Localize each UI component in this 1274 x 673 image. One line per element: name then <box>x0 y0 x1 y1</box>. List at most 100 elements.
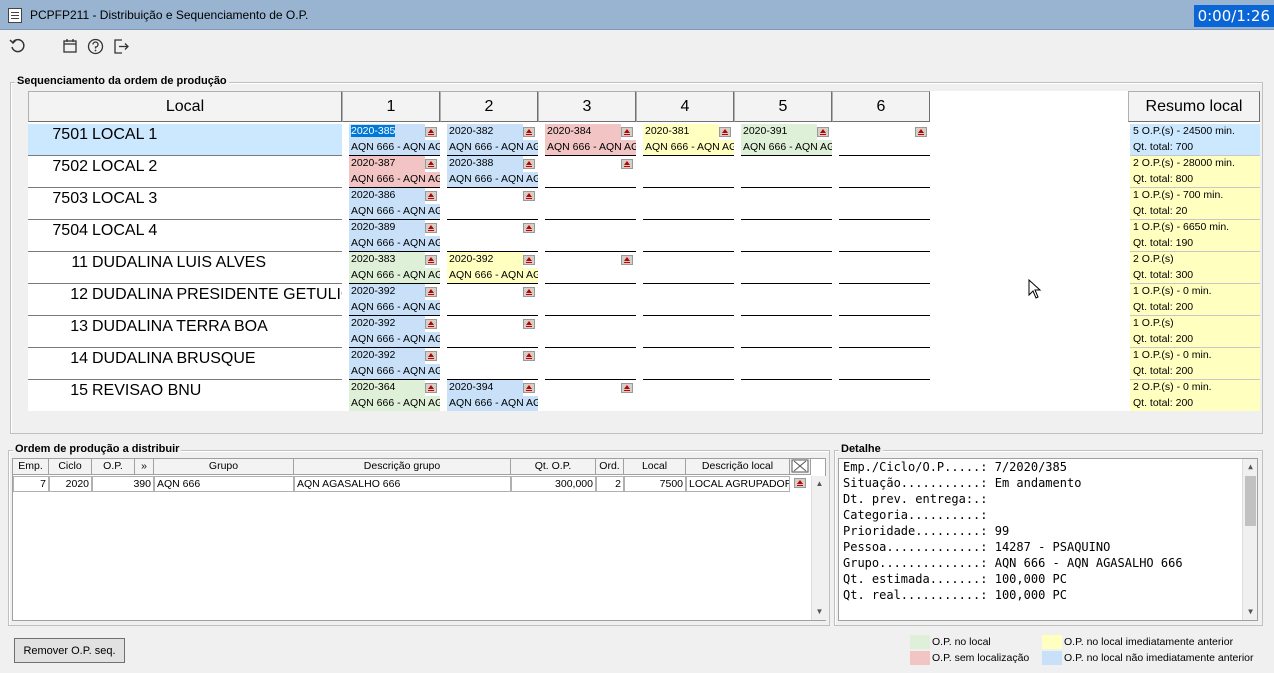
op-cell[interactable] <box>643 348 734 380</box>
op-cell[interactable] <box>741 156 832 188</box>
row-name[interactable]: LOCAL 2 <box>92 158 342 176</box>
op-group[interactable]: AQN 666 - AQN AGASALHO 666 <box>447 140 538 156</box>
col-header[interactable]: Qt. O.P. <box>511 459 596 475</box>
cell-op[interactable]: 390 <box>92 476 154 492</box>
op-cell[interactable] <box>741 220 832 252</box>
row-code[interactable]: 15 <box>28 382 90 400</box>
clear-columns-icon[interactable] <box>790 459 811 475</box>
op-cell[interactable] <box>643 156 734 188</box>
row-code[interactable]: 14 <box>28 350 90 368</box>
scroll-up-icon[interactable]: ▲ <box>812 476 827 491</box>
eject-icon[interactable] <box>523 351 535 361</box>
eject-icon[interactable] <box>425 351 437 361</box>
header-local[interactable]: Local <box>28 91 342 122</box>
op-cell[interactable] <box>545 380 636 411</box>
op-number[interactable]: 2020-388 <box>447 156 523 172</box>
eject-icon[interactable] <box>621 383 633 393</box>
row-name[interactable]: REVISAO BNU <box>92 382 342 400</box>
op-cell[interactable] <box>447 316 538 348</box>
eject-icon[interactable] <box>621 127 633 137</box>
eject-icon[interactable] <box>621 255 633 265</box>
scroll-down-icon[interactable]: ▼ <box>812 604 827 619</box>
op-cell[interactable] <box>839 316 930 348</box>
row-code[interactable]: 7501 <box>28 126 90 144</box>
op-cell[interactable]: 2020-394AQN 666 - AQN AGASALHO 666 <box>447 380 538 411</box>
detail-text[interactable]: Emp./Ciclo/O.P.....: 7/2020/385 Situação.… <box>838 458 1258 621</box>
op-cell[interactable]: 2020-388AQN 666 - AQN AGASALHO 666 <box>447 156 538 188</box>
op-cell[interactable] <box>741 188 832 220</box>
op-cell[interactable] <box>545 220 636 252</box>
op-number[interactable]: 2020-383 <box>349 252 425 268</box>
header-summary[interactable]: Resumo local <box>1128 91 1260 122</box>
eject-icon[interactable] <box>425 127 437 137</box>
op-group[interactable]: AQN 666 - AQN AGASALHO 666 <box>349 268 440 284</box>
col-header[interactable]: O.P. <box>92 459 135 475</box>
eject-icon[interactable] <box>425 159 437 169</box>
op-cell[interactable] <box>643 316 734 348</box>
cell-desc-grupo[interactable]: AQN AGASALHO 666 <box>294 476 511 492</box>
col-header[interactable]: Descrição grupo <box>294 459 511 475</box>
op-cell[interactable] <box>839 252 930 284</box>
op-cell[interactable] <box>839 348 930 380</box>
op-group[interactable]: AQN 666 - AQN AGASALHO 666 <box>349 236 440 252</box>
eject-icon[interactable] <box>425 255 437 265</box>
op-number[interactable]: 2020-384 <box>545 124 621 140</box>
op-group[interactable]: AQN 666 - AQN AGASALHO 666 <box>349 172 440 188</box>
op-cell[interactable] <box>643 380 734 411</box>
op-cell[interactable] <box>545 188 636 220</box>
row-code[interactable]: 13 <box>28 318 90 336</box>
row-name[interactable]: DUDALINA PRESIDENTE GETULIO <box>92 286 342 304</box>
row-code[interactable]: 7502 <box>28 158 90 176</box>
cell-desc-local[interactable]: LOCAL AGRUPADOR <box>686 476 790 492</box>
op-cell[interactable] <box>545 252 636 284</box>
op-cell[interactable]: 2020-382AQN 666 - AQN AGASALHO 666 <box>447 124 538 156</box>
row-code[interactable]: 7504 <box>28 222 90 240</box>
col-header[interactable]: Local <box>624 459 686 475</box>
op-cell[interactable] <box>545 284 636 316</box>
op-number[interactable]: 2020-392 <box>349 348 425 364</box>
op-cell[interactable]: 2020-381AQN 666 - AQN AGASALHO 666 <box>643 124 734 156</box>
eject-icon[interactable] <box>817 127 829 137</box>
op-cell[interactable] <box>447 220 538 252</box>
op-number[interactable]: 2020-387 <box>349 156 425 172</box>
col-header[interactable]: Descrição local <box>686 459 790 475</box>
op-group[interactable]: AQN 666 - AQN AGASALHO 666 <box>349 396 440 411</box>
scroll-thumb[interactable] <box>1245 476 1256 526</box>
op-number[interactable]: 2020-394 <box>447 380 523 396</box>
op-cell[interactable] <box>545 316 636 348</box>
op-number[interactable]: 2020-386 <box>349 188 425 204</box>
op-cell[interactable] <box>447 188 538 220</box>
scroll-up-icon[interactable]: ▲ <box>1243 459 1257 474</box>
distribute-scrollbar[interactable]: ▲ ▼ <box>811 476 826 620</box>
eject-icon[interactable] <box>523 127 535 137</box>
col-header[interactable]: Ord. <box>596 459 624 475</box>
op-cell[interactable]: 2020-387AQN 666 - AQN AGASALHO 666 <box>349 156 440 188</box>
op-cell[interactable] <box>839 284 930 316</box>
cell-emp[interactable]: 7 <box>13 476 49 492</box>
op-cell[interactable] <box>741 284 832 316</box>
op-cell[interactable]: 2020-384AQN 666 - AQN AGASALHO 666 <box>545 124 636 156</box>
eject-icon[interactable] <box>719 127 731 137</box>
op-cell[interactable]: 2020-391AQN 666 - AQN AGASALHO 666 <box>741 124 832 156</box>
header-slot-6[interactable]: 6 <box>832 91 930 122</box>
col-header[interactable]: Ciclo <box>49 459 92 475</box>
op-cell[interactable]: 2020-383AQN 666 - AQN AGASALHO 666 <box>349 252 440 284</box>
eject-icon[interactable] <box>523 223 535 233</box>
col-header[interactable]: » <box>135 459 154 475</box>
cell-grupo[interactable]: AQN 666 <box>154 476 294 492</box>
op-cell[interactable] <box>839 124 930 156</box>
header-slot-1[interactable]: 1 <box>342 91 440 122</box>
row-code[interactable]: 7503 <box>28 190 90 208</box>
op-group[interactable]: AQN 666 - AQN AGASALHO 666 <box>447 172 538 188</box>
eject-icon[interactable] <box>523 255 535 265</box>
header-slot-5[interactable]: 5 <box>734 91 832 122</box>
op-group[interactable]: AQN 666 - AQN AGASALHO 666 <box>349 300 440 316</box>
header-slot-4[interactable]: 4 <box>636 91 734 122</box>
cell-qt[interactable]: 300,000 <box>511 476 596 492</box>
op-cell[interactable] <box>643 252 734 284</box>
op-cell[interactable] <box>839 188 930 220</box>
op-group[interactable]: AQN 666 - AQN AGASALHO 666 <box>349 140 440 156</box>
op-cell[interactable] <box>741 380 832 411</box>
op-group[interactable]: AQN 666 - AQN AGASALHO 666 <box>643 140 734 156</box>
op-cell[interactable] <box>741 316 832 348</box>
